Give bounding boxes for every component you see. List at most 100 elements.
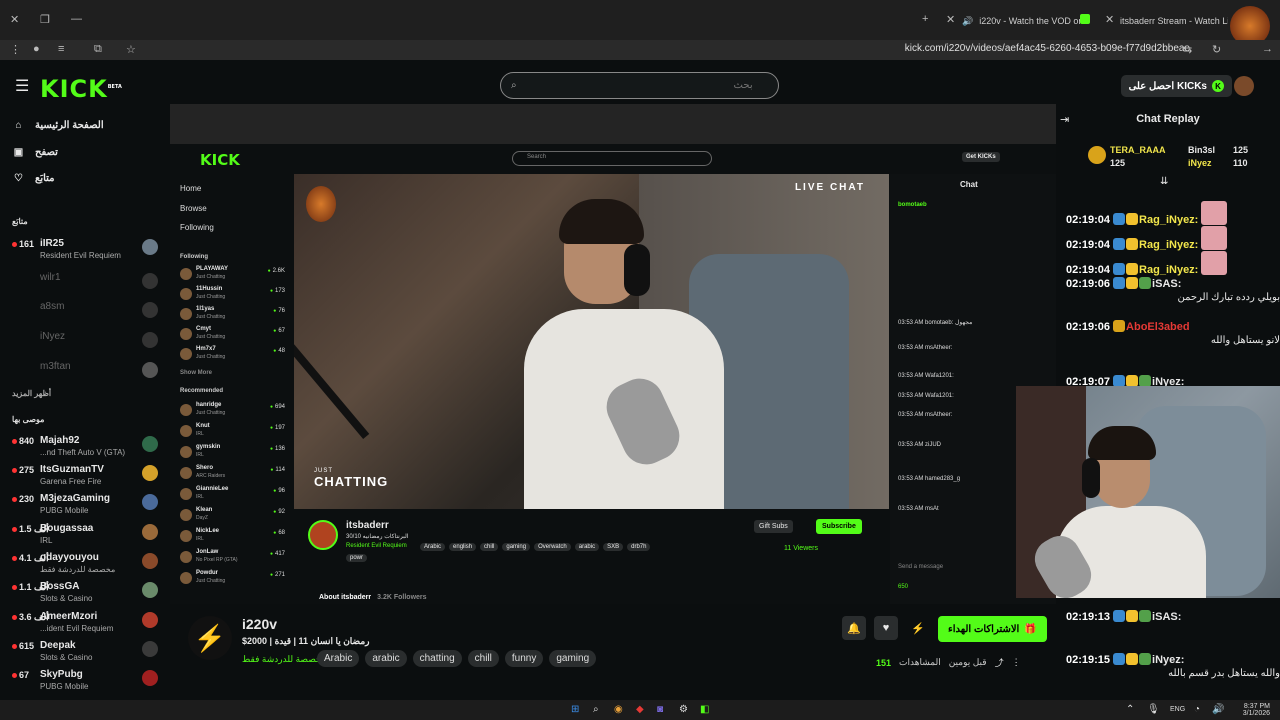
recorded-channel: Hm7x7Just Chatting48	[180, 346, 285, 364]
url-field[interactable]: kick.com/i220v/videos/aef4ac45-6260-4653…	[905, 43, 1190, 54]
following-channel[interactable]: iNyez	[12, 330, 162, 358]
recommended-channel[interactable]: 615 Deepak Slots & Casino	[12, 639, 162, 667]
recorded-browser-chrome	[170, 104, 1056, 144]
extension-icon[interactable]: ●	[33, 43, 40, 55]
close-tab-icon[interactable]: ✕	[946, 13, 955, 26]
kick-logo[interactable]: KICKBETA	[40, 75, 122, 103]
recorded-channel: NickLeeIRL68	[180, 528, 285, 546]
following-channel[interactable]: m3ftan	[12, 360, 162, 388]
following-channel[interactable]: 161 iIR25 Resident Evil Requiem	[12, 237, 162, 265]
tag[interactable]: gaming	[549, 650, 597, 667]
recorded-channel: JonLawNo Pixel RP (GTA)417	[180, 549, 285, 567]
recorded-channel: 1l1yasJust Chatting76	[180, 306, 285, 324]
tag[interactable]: arabic	[365, 650, 407, 667]
list-icon[interactable]: ≡	[58, 43, 64, 55]
boost-button[interactable]: ⚡	[906, 616, 930, 640]
gift-leaderboard: TERA_RAAA 125 Bin3sl 125 iNyez 110	[1088, 142, 1268, 174]
kick-favicon-icon	[1080, 14, 1090, 24]
recorded-channel: CmytJust Chatting67	[180, 326, 285, 344]
tag[interactable]: chatting	[412, 650, 462, 667]
tab-itsbaderr[interactable]: itsbaderr Stream - Watch Live o	[1120, 10, 1228, 32]
restore-icon[interactable]: ❐	[40, 13, 50, 26]
recommended-channel[interactable]: 4.1 ألف odayyouyou مخصصة للدردشة فقط	[12, 551, 162, 579]
app-icon[interactable]: ◧	[700, 704, 709, 715]
recorded-nav-home: Home	[180, 184, 202, 193]
search-box[interactable]: ⌕	[500, 72, 779, 99]
recommended-channel[interactable]: 275 ItsGuzmanTV Garena Free Fire	[12, 463, 162, 491]
mic-tray-icon[interactable]: 🎙	[1147, 704, 1160, 715]
hamburger-menu-icon[interactable]: ☰	[15, 76, 29, 96]
following-heading: متابَع	[12, 217, 28, 226]
tag[interactable]: Arabic	[317, 650, 360, 667]
get-kicks-button[interactable]: احصل على KICKs K	[1120, 75, 1232, 97]
language-indicator[interactable]: ENG	[1170, 706, 1185, 713]
reload-icon[interactable]: ↻	[1212, 43, 1221, 56]
tag[interactable]: chill	[467, 650, 499, 667]
clock[interactable]: 8:37 PM 3/1/2026	[1230, 703, 1270, 717]
following-channel[interactable]: wilr1	[12, 271, 162, 299]
recommended-channel[interactable]: 67 SkyPubg PUBG Mobile	[12, 668, 162, 696]
volume-icon[interactable]: 🔊	[1212, 704, 1224, 715]
recorded-channel: KleanDayZ92	[180, 507, 285, 525]
new-tab-icon[interactable]: +	[922, 13, 928, 25]
recorded-channel: PLAYAWAYJust Chatting2.6K	[180, 266, 285, 284]
chat-message: 02:19:06 AboEl3abed لانو يستاهل والله	[1066, 320, 1280, 346]
recommended-channel[interactable]: 1.1 ألف BossGA Slots & Casino	[12, 580, 162, 608]
recommended-channel[interactable]: 230 M3jezaGaming PUBG Mobile	[12, 492, 162, 520]
close-tab-icon[interactable]: ✕	[1105, 13, 1114, 26]
search-input[interactable]	[522, 80, 753, 91]
show-more-link[interactable]: أظهر المزيد	[12, 389, 51, 398]
recorded-channel: GiannieLeeIRL96	[180, 486, 285, 504]
chat-title: Chat Replay	[1136, 113, 1200, 125]
notification-bell-button[interactable]: 🔔	[842, 616, 866, 640]
speaker-icon: 🔊	[962, 15, 974, 26]
tune-icon[interactable]: ⇆	[1183, 43, 1192, 56]
tag[interactable]: funny	[504, 650, 544, 667]
channel-avatar[interactable]: ⚡	[188, 616, 232, 660]
recommended-channel[interactable]: 3.6 ألف AmeerMzori ...ident Evil Requiem	[12, 610, 162, 638]
kick-header: ☰ KICKBETA ⌕ احصل على KICKs K	[0, 62, 1280, 110]
tab-i220v[interactable]: 🔊 i220v - Watch the VOD on	[962, 10, 1082, 32]
more-options-icon[interactable]: ⋮	[1012, 657, 1021, 668]
wifi-icon[interactable]: ◔	[1194, 704, 1200, 715]
gift-subscribe-button[interactable]: الاشتراكات الهداء 🎁	[938, 616, 1047, 642]
expand-icon[interactable]: ⇊	[1160, 176, 1168, 187]
following-channel[interactable]: a8sm	[12, 300, 162, 328]
forward-icon[interactable]: →	[1262, 43, 1273, 55]
recorded-stream-info: itsbaderr البرنتاكات رمضانيه 30/10 Resid…	[294, 510, 889, 604]
chrome-icon[interactable]: ◉	[614, 704, 623, 715]
recorded-channel: KnutIRL197	[180, 423, 285, 441]
chat-message: 02:19:04 Rag_iNyez:	[1066, 201, 1280, 227]
webcam-overlay	[1016, 386, 1280, 598]
bookmark-star-icon[interactable]: ☆	[126, 43, 136, 56]
sidebar: ⌂ الصفحة الرئيسية ▣ تصفح ♡ متابَع متابَع 16…	[0, 110, 170, 700]
channel-name[interactable]: i220v	[242, 616, 277, 632]
settings-icon[interactable]: ⚙	[679, 704, 688, 715]
follow-heart-button[interactable]: ♥	[874, 616, 898, 640]
close-window-icon[interactable]: ✕	[10, 13, 19, 26]
chat-message: 02:19:04 Rag_iNyez:	[1066, 226, 1280, 252]
recommended-channel[interactable]: 840 Majah92 ...nd Theft Auto V (GTA)	[12, 434, 162, 462]
tray-chevron-icon[interactable]: ⌃	[1126, 704, 1134, 715]
recorded-show-more: Show More	[180, 370, 213, 376]
headphones-icon	[1082, 458, 1100, 498]
recommended-channel[interactable]: 1.5 ألف Bougassaa IRL	[12, 522, 162, 550]
share-icon[interactable]: ⤴	[995, 656, 1004, 669]
video-player[interactable]: KICK Search Get KICKs Home Browse Follow…	[170, 104, 1056, 604]
heart-icon: ♡	[14, 173, 23, 184]
sidebar-item-browse[interactable]: ▣ تصفح	[12, 147, 58, 158]
address-bar: ⋮ ● ≡ ⧉ ☆ kick.com/i220v/videos/aef4ac45…	[0, 40, 1280, 60]
sidebar-item-home[interactable]: ⌂ الصفحة الرئيسية	[12, 120, 103, 131]
windows-start-icon[interactable]: ⊞	[571, 704, 579, 715]
share-icon[interactable]: ⧉	[94, 43, 102, 56]
menu-dots-icon[interactable]: ⋮	[10, 43, 21, 56]
user-avatar[interactable]	[1234, 76, 1254, 96]
stream-category[interactable]: مخصصة للدردشة فقط	[242, 654, 327, 665]
emote-icon	[1201, 251, 1228, 275]
search-icon[interactable]: ⌕	[593, 704, 599, 715]
app-icon[interactable]: ◆	[636, 704, 644, 715]
minimize-icon[interactable]: —	[71, 13, 82, 25]
recorded-channel: gymskinIRL136	[180, 444, 285, 462]
sidebar-item-following[interactable]: ♡ متابَع	[12, 173, 55, 184]
discord-icon[interactable]: ◙	[657, 704, 663, 715]
